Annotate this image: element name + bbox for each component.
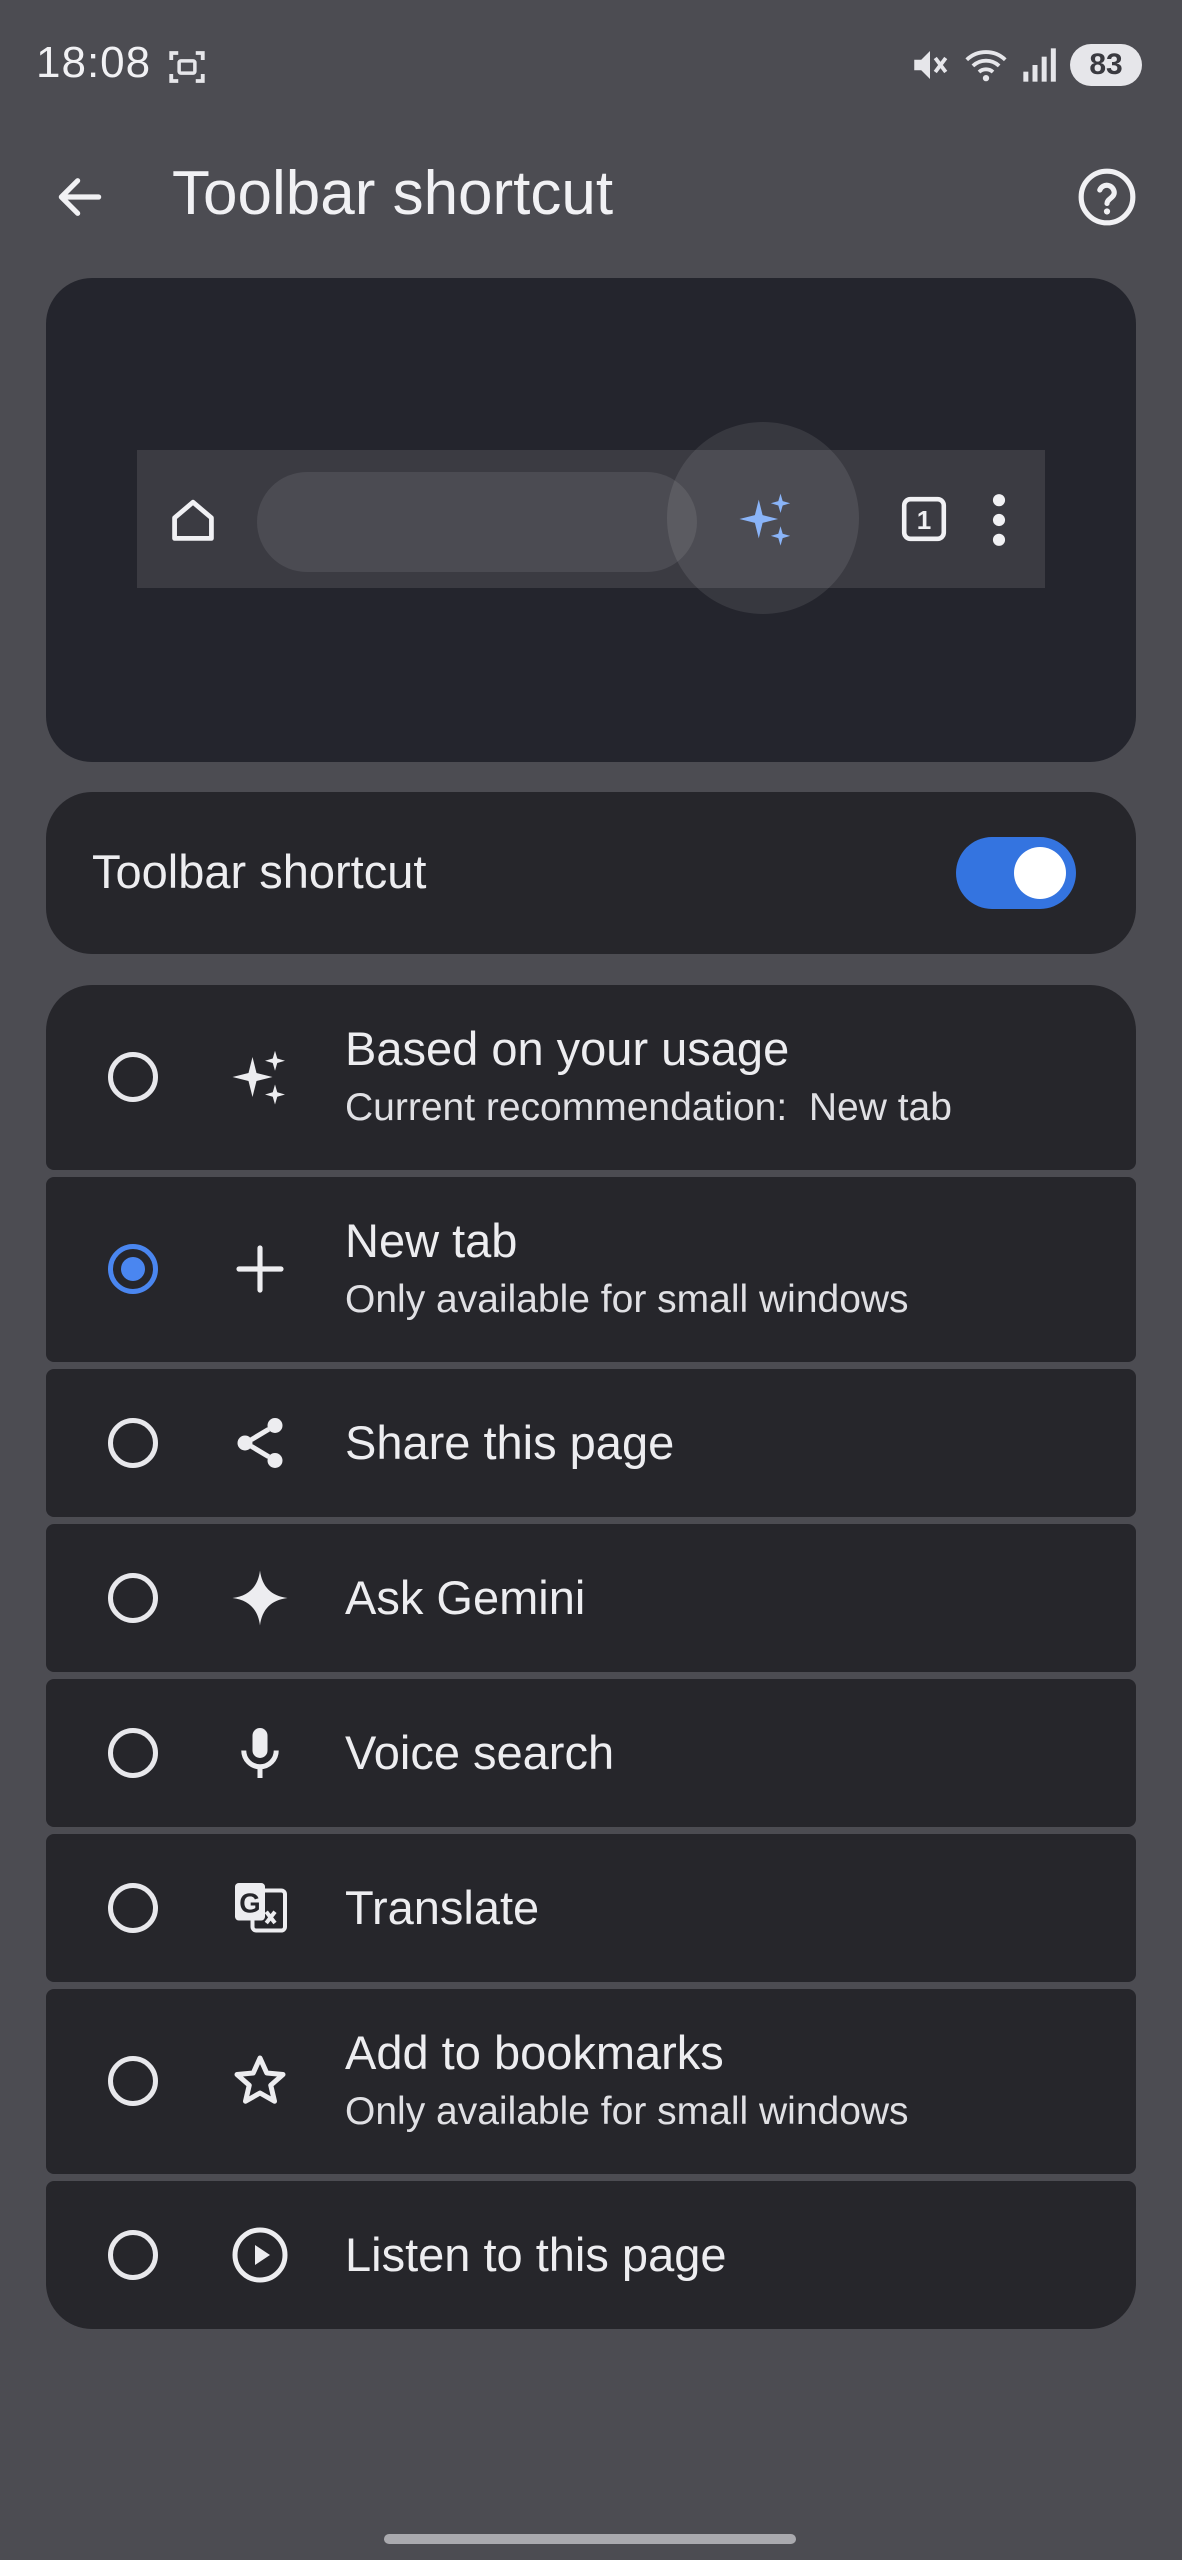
wifi-icon — [965, 50, 1007, 82]
radio-button[interactable] — [108, 1883, 158, 1933]
star-icon — [230, 2051, 290, 2111]
option-add-to-bookmarks[interactable]: Add to bookmarks Only available for smal… — [46, 1989, 1136, 2174]
radio-button[interactable] — [108, 1052, 158, 1102]
more-vert-icon — [992, 494, 1006, 546]
help-button[interactable] — [1072, 162, 1142, 232]
option-based-on-usage[interactable]: Based on your usage Current recommendati… — [46, 985, 1136, 1170]
toolbar-shortcut-switch[interactable] — [956, 837, 1076, 909]
option-title: Ask Gemini — [345, 1571, 586, 1624]
preview-toolbar: 1 — [137, 422, 1045, 614]
share-icon — [230, 1413, 290, 1473]
toggle-label: Toolbar shortcut — [92, 845, 427, 898]
option-subtitle: Current recommendation: New tab — [345, 1086, 952, 1129]
preview-omnibox — [257, 472, 697, 572]
option-title: Voice search — [345, 1726, 615, 1779]
option-share-this-page[interactable]: Share this page — [46, 1369, 1136, 1517]
svg-text:G: G — [239, 1888, 260, 1919]
status-bar: 18:08 83 — [0, 0, 1182, 130]
tab-count: 1 — [917, 505, 931, 535]
toolbar-preview: 1 — [46, 278, 1136, 762]
option-title: Translate — [345, 1881, 540, 1934]
option-voice-search[interactable]: Voice search — [46, 1679, 1136, 1827]
radio-button[interactable] — [108, 2230, 158, 2280]
radio-button-selected[interactable] — [108, 1244, 158, 1294]
option-listen-to-this-page[interactable]: Listen to this page — [46, 2181, 1136, 2329]
gemini-icon — [230, 1568, 290, 1628]
shortcut-options-list: Based on your usage Current recommendati… — [46, 985, 1136, 2336]
play-circle-icon — [230, 2225, 290, 2285]
gesture-navigation-bar[interactable] — [384, 2534, 796, 2544]
radio-button[interactable] — [108, 1728, 158, 1778]
radio-button[interactable] — [108, 1573, 158, 1623]
tab-switcher-icon: 1 — [901, 496, 947, 542]
help-icon — [1078, 168, 1136, 226]
battery-level: 83 — [1089, 48, 1123, 81]
mute-icon — [914, 51, 948, 79]
mic-icon — [230, 1723, 290, 1783]
status-time: 18:08 — [36, 38, 152, 87]
option-title: Listen to this page — [345, 2228, 727, 2281]
option-title: Based on your usage — [345, 1022, 790, 1075]
radio-button[interactable] — [108, 1418, 158, 1468]
option-title: New tab — [345, 1214, 518, 1267]
option-subtitle: Only available for small windows — [345, 2090, 909, 2133]
option-translate[interactable]: G Translate — [46, 1834, 1136, 1982]
home-icon — [172, 499, 214, 541]
toolbar-shortcut-toggle-row[interactable]: Toolbar shortcut — [46, 792, 1136, 954]
page-title: Toolbar shortcut — [172, 159, 614, 228]
option-subtitle: Only available for small windows — [345, 1278, 909, 1321]
sparkle-icon — [230, 1047, 290, 1107]
radio-button[interactable] — [108, 2056, 158, 2106]
option-ask-gemini[interactable]: Ask Gemini — [46, 1524, 1136, 1672]
signal-icon — [1023, 48, 1056, 82]
back-arrow-icon — [58, 178, 102, 216]
app-bar: Toolbar shortcut — [0, 140, 1182, 250]
switch-knob — [1014, 847, 1066, 899]
plus-icon — [230, 1239, 290, 1299]
option-new-tab[interactable]: New tab Only available for small windows — [46, 1177, 1136, 1362]
translate-icon: G — [230, 1878, 290, 1938]
option-title: Add to bookmarks — [345, 2026, 724, 2079]
option-title: Share this page — [345, 1416, 675, 1469]
battery-icon: 83 — [1070, 44, 1142, 86]
back-button[interactable] — [40, 162, 120, 232]
screenshot-icon — [169, 51, 205, 83]
sparkle-icon — [739, 493, 791, 546]
